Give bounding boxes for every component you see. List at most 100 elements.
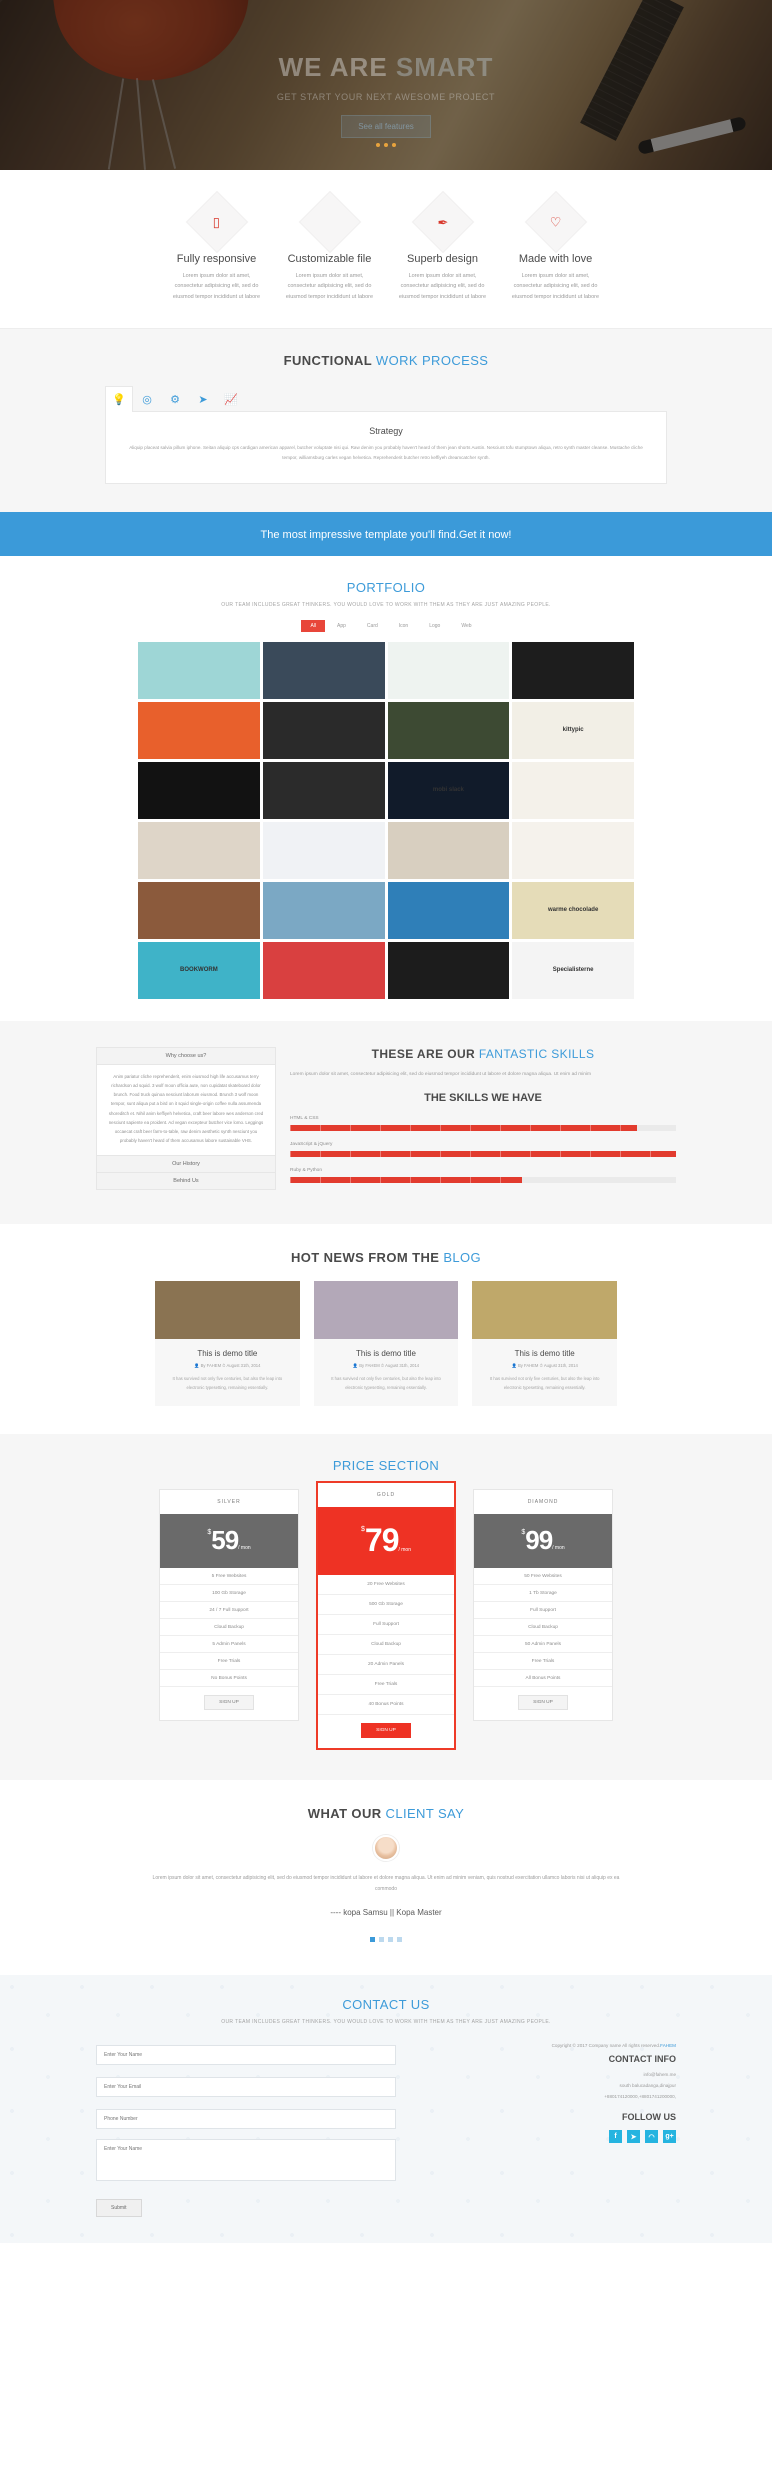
accordion-items[interactable]: Our History Behind Us: [96, 1155, 276, 1190]
blog-card[interactable]: This is demo title 👤 By FAHEM ⏱ August 3…: [155, 1281, 300, 1406]
feature-diamond: ♡: [524, 190, 587, 254]
portfolio-item[interactable]: [387, 641, 510, 699]
portfolio-item[interactable]: warme chocolade: [512, 881, 634, 939]
testimonial-dot[interactable]: [370, 1937, 375, 1942]
process-tab[interactable]: 💡: [105, 386, 133, 413]
plan-currency: $: [360, 1526, 365, 1533]
portfolio-item[interactable]: kittypic: [512, 701, 634, 759]
portfolio-filter-all[interactable]: All: [301, 619, 326, 632]
user-icon: 👤: [194, 1363, 200, 1369]
portfolio-item[interactable]: [387, 941, 510, 999]
portfolio-item[interactable]: [512, 641, 634, 699]
testimonial-dot[interactable]: [397, 1937, 402, 1942]
testimonial-dot[interactable]: [388, 1937, 393, 1942]
portfolio-item[interactable]: [387, 821, 510, 879]
portfolio-item[interactable]: [262, 941, 385, 999]
portfolio-item[interactable]: mobi slack: [387, 761, 510, 819]
portfolio-item[interactable]: BOOKWORM: [138, 941, 260, 999]
blog-title: HOT NEWS FROM THE BLOG: [0, 1250, 772, 1265]
plan-signup-button[interactable]: SIGN UP: [361, 1723, 411, 1738]
email-input[interactable]: [96, 2077, 396, 2097]
pricing-plan-silver: SILVER $59/ mon 5 Free Websites 100 Gb St…: [159, 1489, 299, 1721]
why-choose-us-accordion[interactable]: Why choose us? Anim pariatur cliche repr…: [96, 1046, 276, 1195]
process-tab-list[interactable]: 💡 ◎ ⚙ ➤ 📈: [105, 386, 667, 413]
name-input[interactable]: [96, 2045, 396, 2065]
portfolio-item[interactable]: [138, 881, 260, 939]
plan-feature: 24 / 7 Full Support: [160, 1602, 298, 1619]
feature-title: Fully responsive: [176, 253, 257, 265]
process-tab[interactable]: ⚙: [161, 386, 189, 412]
plan-name: DIAMOND: [527, 1499, 559, 1505]
portfolio-item[interactable]: Specialisterne: [512, 941, 634, 999]
testimonial-dot[interactable]: [379, 1937, 384, 1942]
submit-button[interactable]: Submit: [96, 2199, 142, 2217]
process-tab[interactable]: 📈: [217, 386, 245, 412]
portfolio-filter-app[interactable]: App: [328, 620, 355, 632]
portfolio-item[interactable]: [387, 881, 510, 939]
blog-card[interactable]: This is demo title 👤 By FAHEM ⏱ August 3…: [472, 1281, 618, 1406]
twitter-icon[interactable]: ➤: [627, 2130, 640, 2143]
portfolio-item[interactable]: [262, 641, 385, 699]
carousel-dot[interactable]: [392, 143, 396, 147]
process-tab[interactable]: ➤: [189, 386, 217, 412]
contact-section: CONTACT US OUR TEAM INCLUDES GREAT THINK…: [0, 1975, 772, 2243]
skill-bar-track: [290, 1177, 676, 1184]
plan-feature: 5 Admin Panels: [160, 1636, 298, 1653]
plan-signup-button[interactable]: SIGN UP: [518, 1695, 568, 1710]
lightbulb-icon: 💡: [112, 394, 126, 407]
plan-feature-list: 5 Free Websites 100 Gb Storage 24 / 7 Full…: [160, 1568, 298, 1687]
portfolio-filter-web[interactable]: Web: [452, 620, 480, 632]
portfolio-item[interactable]: [512, 761, 634, 819]
accordion-item[interactable]: Our History: [96, 1155, 276, 1173]
testimonial-carousel-dots[interactable]: [0, 1929, 772, 1947]
portfolio-item[interactable]: [262, 761, 385, 819]
carousel-dot[interactable]: [376, 143, 380, 147]
portfolio-grid: kittypic mobi slack warme chocolade BOOK…: [138, 641, 634, 999]
portfolio-item[interactable]: [138, 701, 260, 759]
portfolio-item[interactable]: [262, 821, 385, 879]
portfolio-item[interactable]: [262, 881, 385, 939]
plan-feature: Full Support: [474, 1602, 612, 1619]
contact-info-line: south balucadanga,dinajpur: [619, 2083, 676, 2088]
portfolio-item[interactable]: [138, 761, 260, 819]
clock-icon: ⏱: [380, 1363, 385, 1369]
social-links[interactable]: f ➤ ◠ g+: [426, 2130, 676, 2143]
facebook-icon[interactable]: f: [609, 2130, 622, 2143]
heart-icon: ♡: [549, 214, 562, 230]
hero-section: WE ARE SMART GET START YOUR NEXT AWESOME…: [0, 0, 772, 170]
portfolio-item[interactable]: [262, 701, 385, 759]
portfolio-filter-logo[interactable]: Logo: [420, 620, 449, 632]
chart-line-icon: 📈: [224, 393, 238, 406]
title-blue-part: FANTASTIC SKILLS: [478, 1046, 595, 1061]
blog-card[interactable]: This is demo title 👤 By FAHEM ⏱ August 3…: [313, 1281, 459, 1406]
phone-input[interactable]: [96, 2109, 396, 2129]
cta-banner[interactable]: The most impressive template you'll find…: [0, 511, 772, 556]
plan-feature: 1 Tb Storage: [474, 1585, 612, 1602]
portfolio-item[interactable]: [138, 821, 260, 879]
portfolio-item[interactable]: [138, 641, 260, 699]
feature-card: ✒ Superb design Lorem ipsum dolor sit am…: [390, 190, 495, 302]
hero-carousel-dots[interactable]: [0, 134, 772, 152]
title-dark-part: FUNCTIONAL: [283, 353, 376, 369]
accordion-header[interactable]: Why choose us?: [96, 1046, 276, 1065]
plan-amount: 79: [364, 1522, 400, 1558]
plan-period: / mon: [238, 1545, 251, 1551]
accordion-item[interactable]: Behind Us: [96, 1172, 276, 1190]
message-textarea[interactable]: [96, 2139, 396, 2181]
contact-info-line: info@fahem.me: [643, 2072, 677, 2077]
gears-icon: ⚙: [170, 393, 180, 406]
copyright-link[interactable]: FAHEM: [660, 2043, 676, 2048]
portfolio-filter-card[interactable]: Card: [358, 620, 387, 632]
rss-icon[interactable]: ◠: [645, 2130, 658, 2143]
portfolio-filter-list[interactable]: All App Card Icon Logo Web: [0, 619, 772, 632]
plan-currency: $: [207, 1529, 212, 1536]
pricing-title: PRICE SECTION: [332, 1458, 440, 1473]
carousel-dot[interactable]: [384, 143, 388, 147]
plan-signup-button[interactable]: SIGN UP: [204, 1695, 254, 1710]
portfolio-filter-icon[interactable]: Icon: [390, 620, 417, 632]
portfolio-item[interactable]: [387, 701, 510, 759]
google-plus-icon[interactable]: g+: [663, 2130, 676, 2143]
portfolio-item[interactable]: [512, 821, 634, 879]
plan-amount: 99: [525, 1525, 553, 1555]
process-tab[interactable]: ◎: [133, 386, 161, 412]
